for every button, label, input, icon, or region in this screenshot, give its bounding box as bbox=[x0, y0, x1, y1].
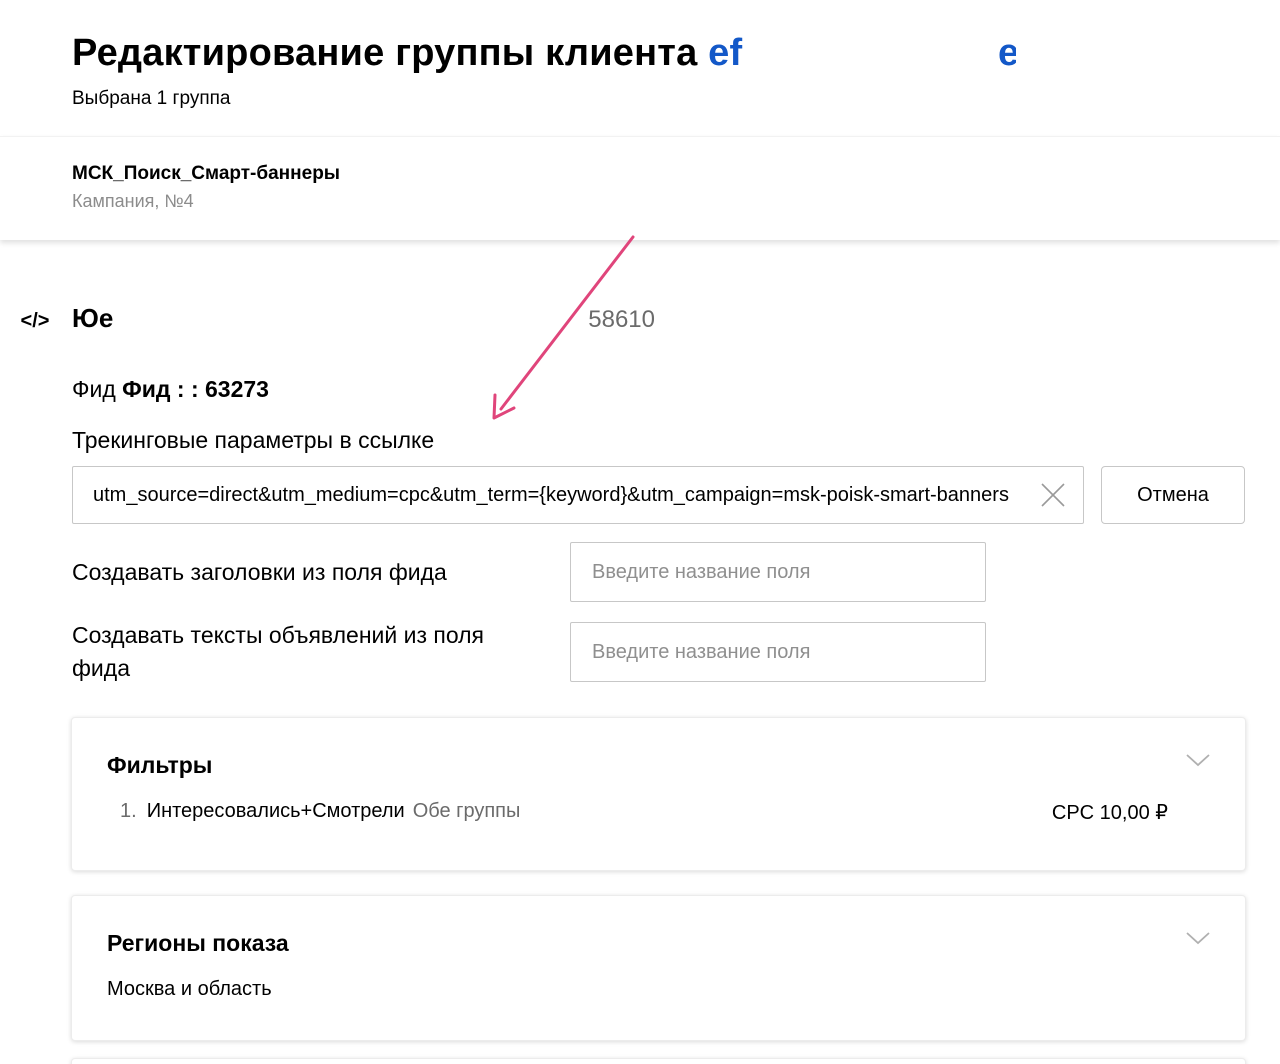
client-link-tail[interactable]: e bbox=[998, 32, 1016, 75]
redaction-mask bbox=[758, 28, 998, 84]
page-title: Редактирование группы клиента ef bbox=[72, 32, 742, 75]
text-field-input[interactable] bbox=[570, 622, 986, 682]
group-id: 58610 bbox=[588, 306, 655, 333]
page-title-text: Редактирование группы клиента bbox=[72, 32, 709, 74]
svg-text:</>: </> bbox=[21, 310, 50, 332]
campaign-bar bbox=[0, 136, 1280, 240]
regions-card[interactable]: Регионы показа Москва и область bbox=[71, 895, 1246, 1041]
cancel-button[interactable]: Отмена bbox=[1101, 466, 1245, 524]
tracking-params-input[interactable]: utm_source=direct&utm_medium=cpc&utm_ter… bbox=[72, 466, 1084, 524]
tracking-label: Трекинговые параметры в ссылке bbox=[72, 427, 435, 453]
next-card bbox=[71, 1058, 1246, 1064]
feed-label: Фид bbox=[72, 376, 123, 402]
campaign-name: МСК_Поиск_Смарт-баннеры bbox=[72, 163, 341, 184]
filter-cpc: CPC 10,00 ₽ bbox=[1051, 802, 1168, 824]
code-icon: </> bbox=[21, 310, 50, 332]
filter-name: Интересовались+Смотрели bbox=[146, 800, 405, 822]
headline-field-label: Создавать заголовки из поля фида bbox=[72, 559, 447, 585]
chevron-down-icon[interactable] bbox=[1185, 752, 1211, 768]
filters-card[interactable]: Фильтры 1. Интересовались+Смотрели Обе гру… bbox=[71, 717, 1246, 871]
close-icon[interactable] bbox=[1040, 482, 1066, 508]
filter-number: 1. bbox=[120, 800, 137, 822]
campaign-number: Кампания, №4 bbox=[72, 191, 194, 211]
headline-field-input[interactable] bbox=[570, 542, 986, 602]
feed-value: Фид : : 63273 bbox=[122, 376, 269, 402]
regions-title: Регионы показа bbox=[107, 930, 289, 956]
chevron-down-icon[interactable] bbox=[1185, 930, 1211, 946]
text-field-label: Создавать тексты объявлений из поля фида bbox=[72, 622, 485, 681]
filter-item[interactable]: 1. Интересовались+Смотрели Обе группы bbox=[120, 800, 520, 823]
filter-scope: Обе группы bbox=[412, 800, 521, 822]
client-link[interactable]: ef bbox=[708, 32, 742, 74]
regions-value: Москва и область bbox=[107, 978, 272, 1000]
selected-count: Выбрана 1 группа bbox=[72, 88, 231, 109]
filters-title: Фильтры bbox=[107, 752, 213, 778]
feed-line: Фид Фид : : 63273 bbox=[72, 376, 269, 403]
group-name: Юе bbox=[72, 303, 114, 333]
